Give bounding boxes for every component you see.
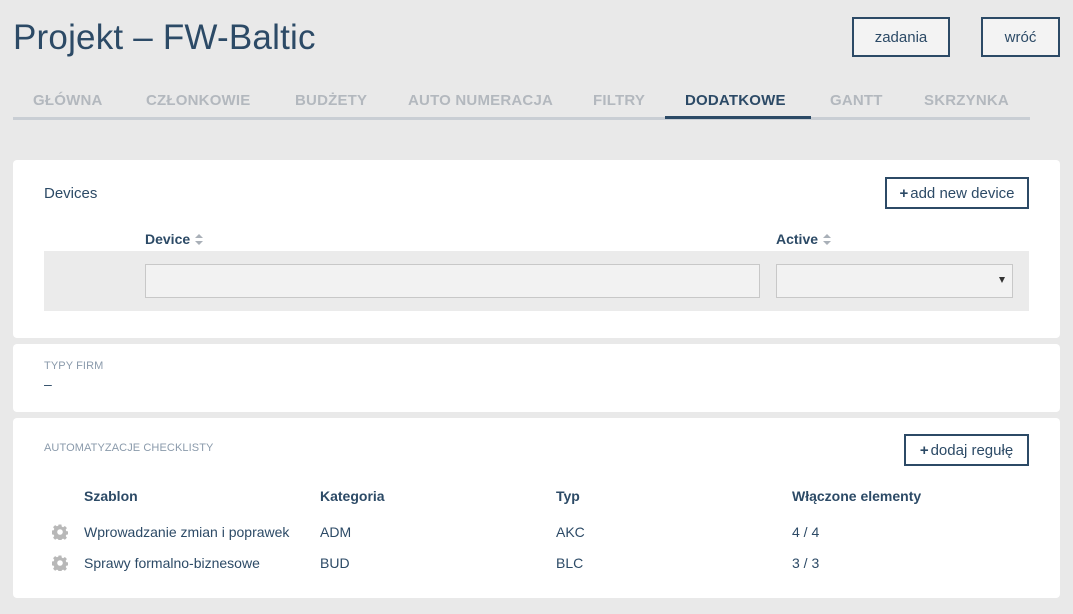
typy-firm-label: TYPY FIRM	[44, 360, 104, 372]
active-column-header[interactable]: Active	[776, 231, 832, 247]
table-row-szablon: Wprowadzanie zmian i poprawek	[84, 524, 290, 540]
tab-glowna[interactable]: GŁÓWNA	[33, 80, 103, 120]
zadania-button[interactable]: zadania	[852, 17, 950, 57]
table-row-typ: BLC	[556, 555, 584, 571]
tab-auto-numeracja[interactable]: AUTO NUMERACJA	[408, 80, 553, 120]
automatyzacje-label: AUTOMATYZACJE CHECKLISTY	[44, 442, 214, 454]
tab-czlonkowie[interactable]: CZŁONKOWIE	[146, 80, 251, 120]
gear-icon[interactable]	[52, 524, 68, 540]
plus-icon: +	[899, 184, 909, 202]
table-row-kategoria: ADM	[320, 524, 352, 540]
szablon-column-header: Szablon	[84, 488, 138, 504]
plus-icon: +	[919, 441, 929, 459]
table-row-wlaczone: 3 / 3	[792, 555, 820, 571]
device-column-label: Device	[145, 231, 191, 247]
back-button[interactable]: wróć	[981, 17, 1060, 57]
caret-down-icon	[999, 277, 1005, 283]
wlaczone-column-header: Włączone elementy	[792, 488, 922, 504]
table-row-wlaczone: 4 / 4	[792, 524, 820, 540]
device-filter-input[interactable]	[145, 264, 760, 298]
add-rule-button[interactable]: + dodaj regułę	[904, 434, 1029, 466]
typ-column-header: Typ	[556, 488, 580, 504]
sort-icon	[195, 233, 204, 245]
devices-card: Devices + add new device Device Active	[13, 160, 1060, 338]
add-new-device-button[interactable]: + add new device	[885, 177, 1029, 209]
active-column-label: Active	[776, 231, 819, 247]
active-filter-select[interactable]	[776, 264, 1013, 298]
tab-filtry[interactable]: FILTRY	[593, 80, 645, 120]
typy-firm-card: TYPY FIRM –	[13, 344, 1060, 412]
active-tab-indicator	[665, 116, 811, 119]
page-title: Projekt – FW-Baltic	[13, 18, 316, 57]
typy-firm-value: –	[44, 376, 52, 392]
filter-row	[44, 251, 1029, 311]
kategoria-column-header: Kategoria	[320, 488, 385, 504]
sort-icon	[823, 233, 832, 245]
add-new-device-label: add new device	[910, 184, 1015, 202]
tab-bar: GŁÓWNA CZŁONKOWIE BUDŻETY AUTO NUMERACJA…	[13, 80, 1030, 120]
tab-dodatkowe[interactable]: DODATKOWE	[685, 80, 786, 120]
devices-title: Devices	[44, 185, 98, 202]
table-row-typ: AKC	[556, 524, 585, 540]
tab-budzety[interactable]: BUDŻETY	[295, 80, 367, 120]
gear-icon[interactable]	[52, 555, 68, 571]
device-column-header[interactable]: Device	[145, 231, 204, 247]
table-row-kategoria: BUD	[320, 555, 350, 571]
automatyzacje-card: AUTOMATYZACJE CHECKLISTY + dodaj regułę …	[13, 418, 1060, 598]
tab-gantt[interactable]: GANTT	[830, 80, 883, 120]
tab-skrzynka[interactable]: SKRZYNKA	[924, 80, 1009, 120]
add-rule-label: dodaj regułę	[930, 441, 1014, 459]
table-row-szablon: Sprawy formalno-biznesowe	[84, 555, 260, 571]
